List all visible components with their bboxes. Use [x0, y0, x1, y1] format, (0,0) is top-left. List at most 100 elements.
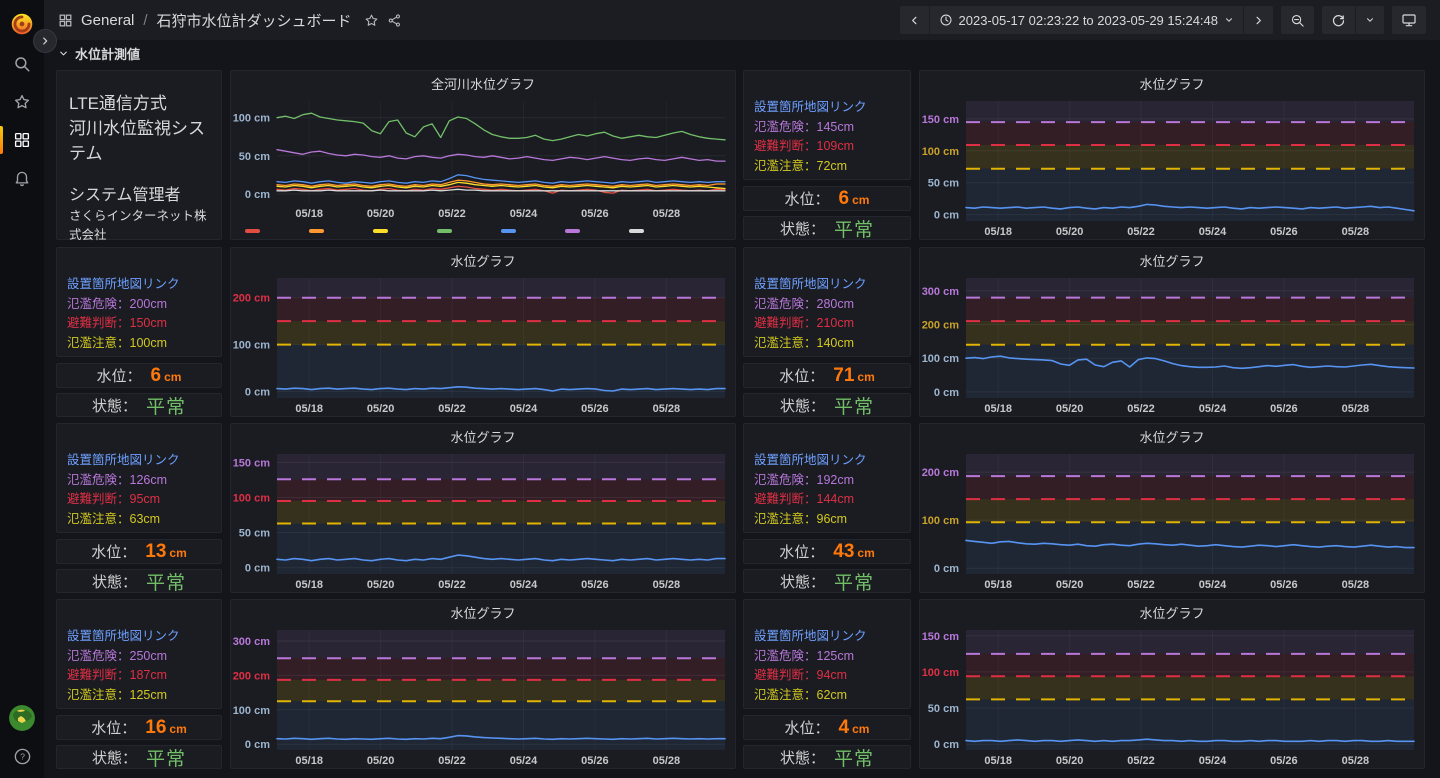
station-panels: 設置箇所地図リンク 氾濫危険：250cm 避難判断：187cm 氾濫注意：125…: [56, 599, 222, 769]
user-avatar[interactable]: [0, 702, 44, 734]
svg-text:05/20: 05/20: [1056, 755, 1084, 767]
svg-text:100 cm: 100 cm: [922, 515, 960, 527]
legend-swatch[interactable]: [565, 229, 580, 233]
map-link[interactable]: 設置箇所地図リンク: [67, 275, 211, 295]
chart-canvas[interactable]: 0 cm50 cm100 cm150 cm05/1805/2005/2205/2…: [920, 624, 1424, 768]
danger-label: 氾濫危険: [67, 649, 117, 663]
caution-value: 96cm: [817, 512, 848, 526]
legend-swatch[interactable]: [373, 229, 388, 233]
chart-legend[interactable]: [245, 229, 644, 233]
water-level-stat-panel: 水位： 43cm: [743, 539, 911, 564]
sidebar-expand-button[interactable]: [33, 29, 57, 53]
time-shift-forward-button[interactable]: [1244, 6, 1273, 34]
station-thresholds-panel: 設置箇所地図リンク 氾濫危険：192cm 避難判断：144cm 氾濫注意：96c…: [743, 423, 911, 533]
chart-canvas[interactable]: 0 cm100 cm200 cm05/1805/2005/2205/2405/2…: [231, 272, 735, 416]
water-level-label: 水位：: [785, 717, 830, 738]
dashboard-row-toggle[interactable]: 水位計測値: [58, 44, 140, 63]
svg-text:200 cm: 200 cm: [233, 670, 271, 682]
water-level-unit: cm: [169, 546, 186, 560]
svg-text:0 cm: 0 cm: [245, 563, 270, 575]
caution-threshold-line: 氾濫注意：62cm: [754, 686, 900, 706]
chart-canvas[interactable]: 0 cm100 cm200 cm05/1805/2005/2205/2405/2…: [920, 448, 1424, 592]
dashboard-title[interactable]: 石狩市水位計ダッシュボード: [157, 10, 352, 31]
time-range-picker[interactable]: 2023-05-17 02:23:22 to 2023-05-29 15:24:…: [930, 6, 1245, 34]
evac-label: 避難判断: [754, 668, 804, 682]
map-link[interactable]: 設置箇所地図リンク: [67, 451, 211, 471]
panel-title[interactable]: 水位グラフ: [920, 424, 1424, 448]
chart-canvas[interactable]: 0 cm50 cm100 cm150 cm05/1805/2005/2205/2…: [231, 448, 735, 592]
refresh-interval-caret[interactable]: [1356, 6, 1384, 34]
map-link[interactable]: 設置箇所地図リンク: [754, 98, 900, 118]
water-level-unit: cm: [852, 722, 869, 736]
water-level-chart-panel: 水位グラフ 0 cm50 cm100 cm150 cm05/1805/2005/…: [919, 599, 1425, 769]
status-value: 平常: [146, 568, 186, 595]
danger-value: 280cm: [817, 297, 855, 311]
svg-text:100 cm: 100 cm: [922, 146, 960, 158]
legend-swatch[interactable]: [437, 229, 452, 233]
dashboards-icon[interactable]: [0, 124, 44, 156]
danger-value: 145cm: [817, 120, 855, 134]
panel-title[interactable]: 水位グラフ: [920, 71, 1424, 95]
status-label: 状態：: [780, 747, 825, 768]
legend-swatch[interactable]: [245, 229, 260, 233]
star-dashboard-icon[interactable]: [364, 13, 379, 28]
map-link[interactable]: 設置箇所地図リンク: [754, 451, 900, 471]
separator: ：: [804, 159, 817, 173]
water-level-value: 71cm: [833, 365, 874, 387]
alerting-bell-icon[interactable]: [0, 162, 44, 194]
svg-text:05/28: 05/28: [1342, 403, 1370, 415]
svg-text:0 cm: 0 cm: [245, 189, 270, 201]
station-panels: 設置箇所地図リンク 氾濫危険：145cm 避難判断：109cm 氾濫注意：72c…: [743, 70, 911, 240]
legend-swatch[interactable]: [629, 229, 644, 233]
water-level-label: 水位：: [91, 717, 136, 738]
panel-title[interactable]: 水位グラフ: [231, 600, 735, 624]
panel-title[interactable]: 全河川水位グラフ: [231, 71, 735, 95]
refresh-button[interactable]: [1322, 6, 1356, 34]
map-link[interactable]: 設置箇所地図リンク: [754, 627, 900, 647]
evacuation-threshold-line: 避難判断：210cm: [754, 314, 900, 334]
caution-threshold-line: 氾濫注意：72cm: [754, 157, 900, 177]
caution-value: 63cm: [130, 512, 161, 526]
panel-title[interactable]: 水位グラフ: [920, 600, 1424, 624]
caution-label: 氾濫注意: [754, 159, 804, 173]
svg-text:05/26: 05/26: [1270, 226, 1298, 238]
panel-title[interactable]: 水位グラフ: [920, 248, 1424, 272]
legend-swatch[interactable]: [501, 229, 516, 233]
separator: ：: [804, 473, 817, 487]
chart-canvas[interactable]: 0 cm50 cm100 cm05/1805/2005/2205/2405/26…: [231, 95, 735, 221]
starred-dashboards-icon[interactable]: [0, 86, 44, 118]
svg-text:200 cm: 200 cm: [233, 293, 271, 305]
danger-threshold-line: 氾濫危険：280cm: [754, 295, 900, 315]
legend-swatch[interactable]: [309, 229, 324, 233]
chart-canvas[interactable]: 0 cm100 cm200 cm300 cm05/1805/2005/2205/…: [231, 624, 735, 768]
evac-label: 避難判断: [754, 492, 804, 506]
help-icon[interactable]: ?: [0, 740, 44, 772]
panel-title[interactable]: 水位グラフ: [231, 424, 735, 448]
panel-title[interactable]: 水位グラフ: [231, 248, 735, 272]
apps-grid-icon[interactable]: [58, 13, 73, 28]
caution-label: 氾濫注意: [67, 336, 117, 350]
chart-canvas[interactable]: 0 cm50 cm100 cm150 cm05/1805/2005/2205/2…: [920, 95, 1424, 239]
evac-value: 150cm: [130, 316, 168, 330]
evac-value: 187cm: [130, 668, 168, 682]
system-info-panel: LTE通信方式 河川水位監視システム システム管理者 さくらインターネット株式会…: [56, 70, 222, 240]
svg-text:05/26: 05/26: [1270, 755, 1298, 767]
time-shift-back-button[interactable]: [900, 6, 930, 34]
svg-text:0 cm: 0 cm: [245, 386, 270, 398]
evacuation-threshold-line: 避難判断：94cm: [754, 666, 900, 686]
tv-mode-button[interactable]: [1392, 6, 1426, 34]
svg-text:0 cm: 0 cm: [934, 387, 959, 399]
map-link[interactable]: 設置箇所地図リンク: [67, 627, 211, 647]
share-icon[interactable]: [387, 13, 402, 28]
separator: ：: [804, 336, 817, 350]
svg-text:05/22: 05/22: [438, 208, 466, 220]
status-stat-panel: 状態： 平常: [743, 393, 911, 417]
chart-canvas[interactable]: 0 cm100 cm200 cm300 cm05/1805/2005/2205/…: [920, 272, 1424, 416]
map-link[interactable]: 設置箇所地図リンク: [754, 275, 900, 295]
station-panels: 設置箇所地図リンク 氾濫危険：125cm 避難判断：94cm 氾濫注意：62cm…: [743, 599, 911, 769]
search-icon[interactable]: [0, 48, 44, 80]
breadcrumb-folder[interactable]: General: [81, 12, 134, 29]
zoom-out-time-button[interactable]: [1281, 6, 1314, 34]
separator: ：: [804, 688, 817, 702]
svg-text:05/20: 05/20: [1056, 226, 1084, 238]
